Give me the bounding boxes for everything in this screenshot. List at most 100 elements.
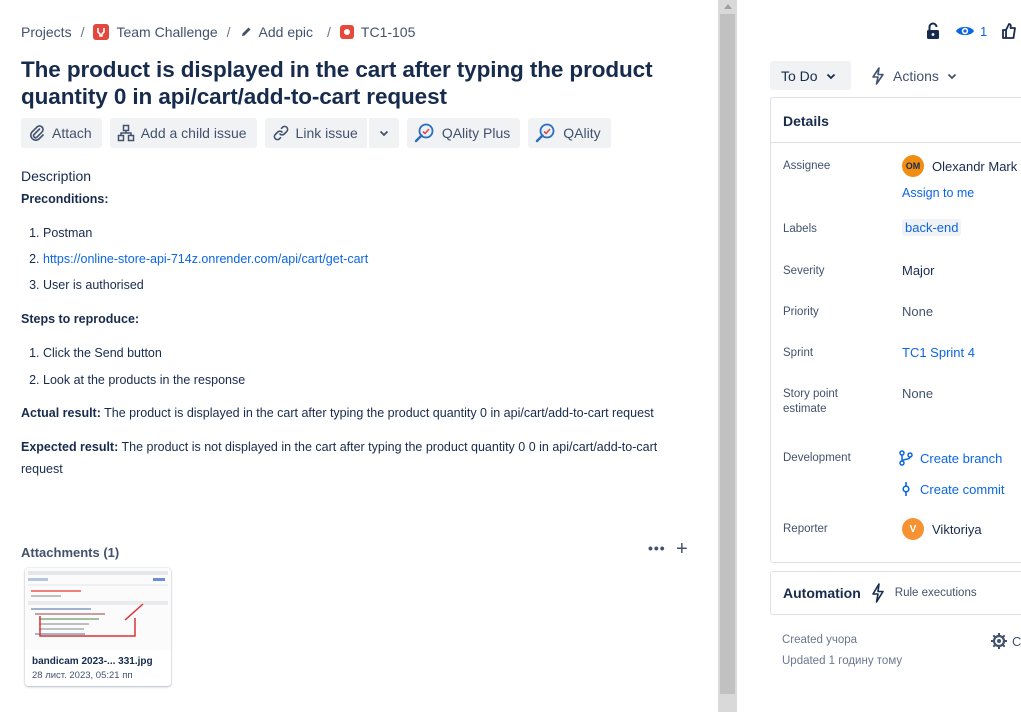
add-child-issue-button[interactable]: Add a child issue [109, 118, 257, 148]
steps-list: Click the Send button Look at the produc… [21, 344, 681, 389]
story-point-label: Story point estimate [783, 388, 838, 415]
breadcrumb-project-label: Team Challenge [116, 24, 218, 40]
project-avatar-icon [93, 24, 110, 40]
updated-date: Updated 1 годину тому [782, 655, 903, 667]
child-issue-icon [117, 124, 134, 142]
add-attachment-icon[interactable]: + [676, 539, 688, 559]
avatar: OM [902, 155, 924, 177]
attachment-thumbnail [25, 568, 171, 650]
chevron-down-icon [826, 73, 835, 79]
issue-main-panel: Projects / Team Challenge / Add epic / T… [0, 0, 718, 712]
breadcrumb-add-epic[interactable]: Add epic [240, 24, 313, 40]
chevron-down-icon [379, 130, 388, 137]
add-child-issue-label: Add a child issue [140, 125, 247, 141]
assignee-value[interactable]: OM Olexandr Mark [902, 155, 1017, 177]
create-commit-link[interactable]: Create commit [901, 481, 1005, 497]
configure-label: C [1012, 633, 1021, 649]
status-label: To Do [781, 67, 818, 84]
breadcrumb-separator: / [327, 24, 331, 40]
status-dropdown[interactable]: To Do [770, 61, 851, 90]
actions-dropdown[interactable]: Actions [865, 61, 963, 90]
watch-button[interactable]: 1 [955, 24, 987, 39]
reporter-name: Viktoriya [932, 521, 982, 537]
list-item: https://online-store-api-714z.onrender.c… [43, 250, 681, 268]
link-issue-dropdown[interactable] [369, 118, 399, 148]
gear-icon [991, 633, 1007, 649]
paperclip-icon [30, 125, 44, 141]
description-body[interactable]: Preconditions: Postman https://online-st… [21, 190, 681, 481]
lightning-icon [872, 66, 884, 85]
attachment-card[interactable]: bandicam 2023-... 331.jpg 28 лист. 2023,… [25, 568, 171, 686]
actions-label: Actions [893, 67, 939, 84]
labels-value[interactable]: back-end [902, 219, 962, 236]
qality-plus-icon [414, 123, 434, 143]
create-branch-label: Create branch [920, 450, 1003, 466]
expected-result: Expected result: The product is not disp… [21, 436, 681, 481]
details-panel: Details Assignee OM Olexandr Mark Assign… [770, 97, 1021, 563]
attach-button[interactable]: Attach [21, 118, 102, 148]
qality-label: QAlity [563, 125, 601, 141]
pencil-icon [241, 27, 251, 36]
priority-value[interactable]: None [902, 304, 933, 319]
lightning-icon [871, 583, 884, 603]
lock-icon[interactable] [925, 22, 941, 40]
list-item: Look at the products in the response [43, 371, 681, 389]
list-item: Postman [43, 224, 681, 242]
preconditions-list: Postman https://online-store-api-714z.on… [21, 224, 681, 294]
breadcrumb: Projects / Team Challenge / Add epic / T… [21, 24, 415, 40]
reporter-value[interactable]: V Viktoriya [902, 518, 982, 540]
attachments-heading: Attachments (1) [21, 545, 120, 560]
more-icon[interactable]: ••• [648, 540, 666, 556]
attachment-file-date: 28 лист. 2023, 05:21 пп [32, 670, 133, 681]
expected-result-label: Expected result: [21, 439, 119, 454]
automation-panel[interactable]: Automation Rule executions [770, 571, 1021, 615]
development-label: Development [783, 452, 851, 464]
rule-executions-label: Rule executions [894, 587, 977, 599]
description-label: Description [21, 168, 92, 184]
qality-button[interactable]: QAlity [528, 118, 611, 148]
steps-heading: Steps to reproduce: [21, 312, 140, 326]
breadcrumb-separator: / [226, 24, 231, 40]
scrollbar-thumb[interactable] [720, 14, 735, 694]
configure-button[interactable]: C [990, 632, 1021, 650]
issue-toolbar: Attach Add a child issue Link issue QAli… [21, 118, 611, 148]
assignee-name: Olexandr Mark [932, 158, 1018, 174]
branch-icon [899, 450, 913, 466]
attachment-file-name: bandicam 2023-... 331.jpg [32, 656, 153, 667]
breadcrumb-separator: / [80, 24, 85, 40]
labels-label: Labels [783, 223, 817, 235]
actual-result: Actual result: The product is displayed … [21, 402, 681, 425]
attach-label: Attach [52, 125, 92, 141]
severity-value[interactable]: Major [902, 263, 935, 278]
automation-title: Automation [783, 585, 861, 601]
label-chip[interactable]: back-end [902, 219, 962, 236]
reporter-label: Reporter [783, 523, 828, 535]
details-heading[interactable]: Details [771, 98, 1021, 143]
issue-header-actions: 1 [925, 22, 1017, 40]
link-icon [273, 125, 288, 141]
breadcrumb-projects[interactable]: Projects [21, 24, 72, 40]
main-scrollbar[interactable] [718, 0, 737, 712]
assign-to-me-link[interactable]: Assign to me [902, 186, 974, 200]
get-cart-link[interactable]: https://online-store-api-714z.onrender.c… [43, 252, 368, 266]
breadcrumb-issue-key-label: TC1-105 [360, 24, 416, 40]
qality-icon [536, 123, 555, 143]
link-issue-label: Link issue [295, 125, 358, 141]
breadcrumb-project[interactable]: Team Challenge [93, 24, 218, 40]
sprint-value[interactable]: TC1 Sprint 4 [902, 345, 975, 360]
watch-count: 1 [980, 23, 988, 39]
issue-title[interactable]: The product is displayed in the cart aft… [21, 56, 681, 110]
link-issue-button[interactable]: Link issue [265, 118, 369, 148]
bug-icon [339, 25, 354, 39]
list-item: Click the Send button [43, 344, 681, 362]
list-item: User is authorised [43, 276, 681, 294]
eye-icon [956, 26, 974, 36]
create-branch-link[interactable]: Create branch [899, 450, 1002, 466]
sprint-label: Sprint [783, 347, 814, 359]
qality-plus-button[interactable]: QAlity Plus [406, 118, 521, 148]
breadcrumb-issue-key[interactable]: TC1-105 [339, 24, 416, 40]
assignee-label: Assignee [783, 160, 831, 172]
story-point-value[interactable]: None [902, 386, 933, 401]
created-date: Created учора [782, 634, 858, 646]
thumbs-up-icon[interactable] [1001, 22, 1017, 40]
